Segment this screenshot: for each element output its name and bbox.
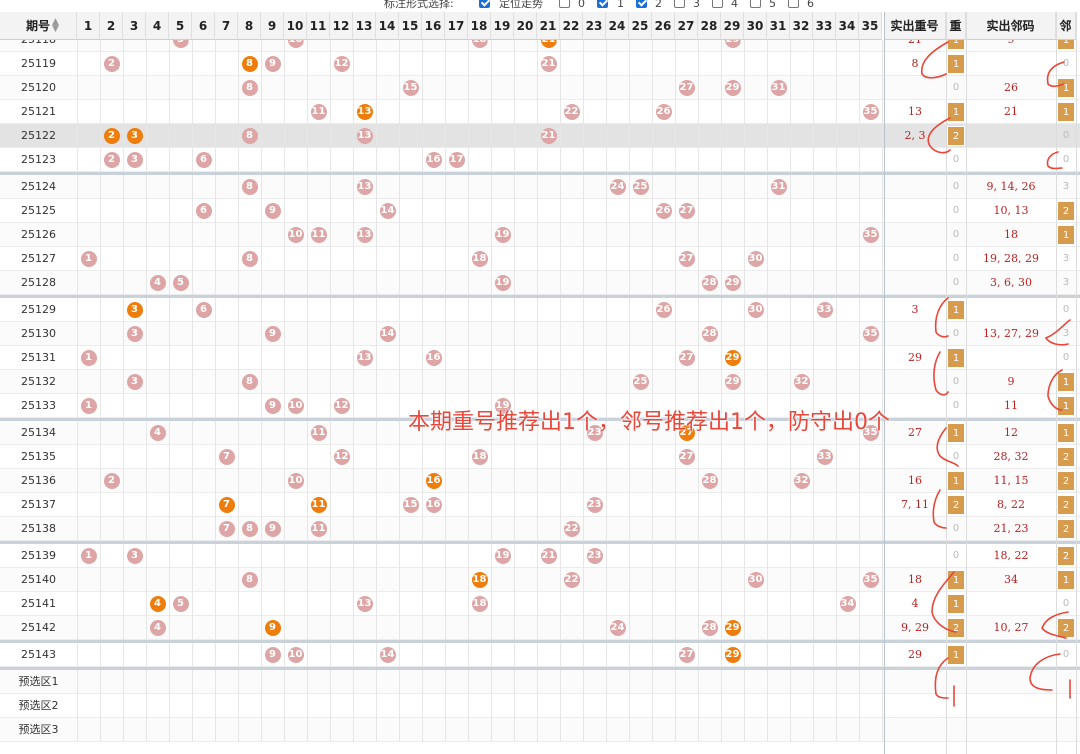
hand-drawn-annotation-strokes <box>921 41 1071 707</box>
